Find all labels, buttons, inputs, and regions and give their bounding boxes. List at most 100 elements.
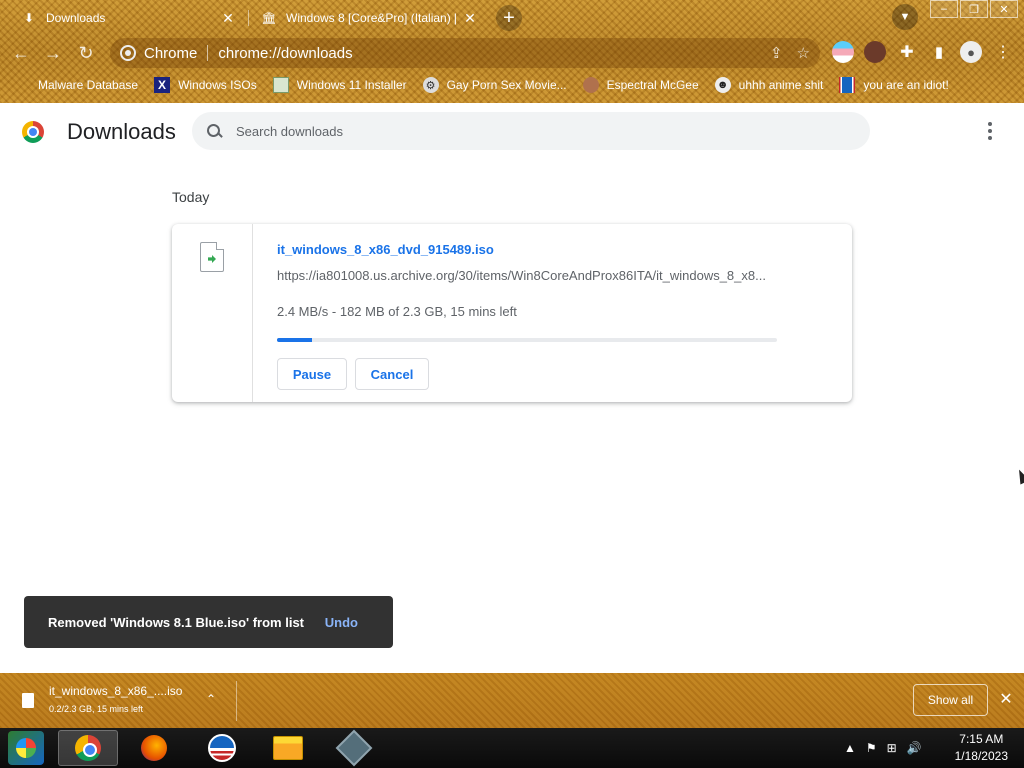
chrome-site-icon	[120, 45, 136, 61]
show-hidden-icons-icon[interactable]: ▲	[844, 741, 856, 755]
cancel-button[interactable]: Cancel	[355, 358, 429, 390]
tab-label: Downloads	[46, 11, 106, 25]
site-name: Chrome	[144, 44, 198, 62]
bookmark-label: Gay Porn Sex Movie...	[446, 78, 567, 92]
forward-button[interactable]: →	[40, 40, 66, 66]
profile-face-extension-icon[interactable]	[864, 41, 886, 63]
obama-logo-icon	[208, 734, 236, 762]
taskbar-virtualbox[interactable]	[324, 729, 384, 767]
anime-icon: ☻	[714, 77, 731, 93]
archive-icon: 🏛	[261, 11, 277, 25]
bookmark-label: Espectral McGee	[606, 78, 699, 92]
network-icon[interactable]: ⊞	[887, 741, 897, 755]
side-panel-icon[interactable]: ▮	[928, 41, 950, 63]
taskbar-obama-app[interactable]	[192, 730, 252, 766]
download-status: 2.4 MB/s - 182 MB of 2.3 GB, 15 mins lef…	[277, 304, 517, 319]
file-icon	[200, 242, 224, 272]
url-text[interactable]: chrome://downloads	[218, 45, 352, 62]
action-center-flag-icon[interactable]: ⚑	[866, 741, 877, 755]
more-actions-icon[interactable]	[980, 121, 1000, 141]
bookmark-anime[interactable]: ☻ uhhh anime shit	[714, 77, 823, 93]
uk-flag-icon	[839, 77, 856, 93]
bookmarks-bar: Malware Database X Windows ISOs Windows …	[0, 72, 1024, 98]
share-icon[interactable]: ⇪	[770, 44, 783, 62]
show-all-button[interactable]: Show all	[913, 684, 988, 716]
download-progress-fill	[277, 338, 312, 342]
system-clock[interactable]: 7:15 AM 1/18/2023	[955, 731, 1008, 765]
download-file-name-link[interactable]: it_windows_8_x86_dvd_915489.iso	[277, 242, 494, 257]
download-source-url[interactable]: https://ia801008.us.archive.org/30/items…	[277, 268, 766, 283]
bookmark-windows-11-installer[interactable]: Windows 11 Installer	[272, 77, 407, 93]
bookmark-you-are-an-idiot[interactable]: you are an idiot!	[839, 77, 949, 93]
chevron-up-icon[interactable]: ⌃	[206, 692, 216, 706]
download-shelf: it_windows_8_x86_....iso 0.2/2.3 GB, 15 …	[0, 673, 1024, 728]
minimize-button[interactable]: –	[930, 0, 958, 18]
back-button[interactable]: ←	[8, 40, 34, 66]
bookmark-label: Windows 11 Installer	[296, 78, 407, 92]
shelf-divider	[236, 681, 237, 721]
page-title: Downloads	[67, 119, 176, 144]
window-controls: – ❐ ✕	[928, 0, 1018, 18]
browser-toolbar: ← → ↻ Chrome chrome://downloads ⇪ ☆ ✚ ▮ …	[0, 36, 1024, 70]
toast-message: Removed 'Windows 8.1 Blue.iso' from list	[48, 614, 305, 630]
shelf-file-icon	[22, 693, 34, 708]
chrome-app-icon	[75, 735, 101, 761]
chrome-menu-icon[interactable]: ⋮	[992, 41, 1014, 63]
page-header: Downloads	[0, 103, 1024, 159]
close-window-button[interactable]: ✕	[990, 0, 1018, 18]
system-tray: ▲ ⚑ ⊞ 🔊	[844, 728, 922, 768]
tab-search-button[interactable]: ▼	[892, 4, 918, 30]
pause-button[interactable]: Pause	[277, 358, 347, 390]
bookmark-star-icon[interactable]: ☆	[797, 44, 810, 62]
bookmark-4[interactable]: ⚙ Gay Porn Sex Movie...	[422, 77, 567, 93]
volume-icon[interactable]: 🔊	[907, 741, 922, 755]
reload-button[interactable]: ↻	[73, 40, 99, 66]
tab-archive[interactable]: 🏛 Windows 8 [Core&Pro] (Italian) [ ✕	[252, 4, 488, 32]
extensions-area: ✚ ▮ ● ⋮	[832, 41, 1014, 63]
start-button[interactable]	[8, 731, 44, 765]
new-tab-button[interactable]: +	[496, 5, 522, 31]
toast-notification: Removed 'Windows 8.1 Blue.iso' from list…	[24, 596, 393, 648]
chrome-logo-icon	[22, 121, 44, 143]
search-icon[interactable]	[206, 123, 222, 139]
search-input[interactable]	[236, 123, 836, 139]
shelf-file-name[interactable]: it_windows_8_x86_....iso	[49, 684, 182, 698]
restore-button[interactable]: ❐	[960, 0, 988, 18]
undo-button[interactable]: Undo	[325, 615, 358, 630]
bookmark-espectral-mcgee[interactable]: Espectral McGee	[582, 77, 699, 93]
firefox-app-icon	[141, 735, 167, 761]
tab-close-icon[interactable]: ✕	[462, 10, 478, 26]
address-bar[interactable]: Chrome chrome://downloads ⇪ ☆	[110, 38, 820, 68]
download-item: it_windows_8_x86_dvd_915489.iso https://…	[172, 224, 852, 402]
clock-date: 1/18/2023	[954, 749, 1008, 763]
bookmark-label: Windows ISOs	[178, 78, 257, 92]
tab-close-icon[interactable]: ✕	[220, 10, 236, 26]
shelf-status: 0.2/2.3 GB, 15 mins left	[49, 704, 144, 714]
profile-avatar-icon[interactable]: ●	[960, 41, 982, 63]
download-icon: ⬇	[23, 11, 35, 25]
search-box[interactable]	[192, 112, 870, 150]
bookmark-malware-database[interactable]: Malware Database	[14, 77, 138, 93]
download-progress-bar	[277, 338, 777, 342]
extensions-puzzle-icon[interactable]: ✚	[896, 41, 918, 63]
bookmark-windows-isos[interactable]: X Windows ISOs	[154, 77, 257, 93]
taskbar-chrome[interactable]	[58, 730, 118, 766]
bookmark-label: you are an idiot!	[863, 78, 949, 92]
blank-icon	[14, 77, 30, 93]
tab-label: Windows 8 [Core&Pro] (Italian) [	[286, 11, 456, 25]
tab-strip: ⬇ Downloads ✕ 🏛 Windows 8 [Core&Pro] (It…	[0, 0, 1024, 34]
close-shelf-icon[interactable]: ✕	[997, 690, 1015, 708]
tab-downloads[interactable]: ⬇ Downloads ✕	[12, 4, 246, 32]
mouse-cursor-icon	[1014, 467, 1024, 485]
browser-frame: ⬇ Downloads ✕ 🏛 Windows 8 [Core&Pro] (It…	[0, 0, 1024, 103]
taskbar-firefox[interactable]	[124, 730, 184, 766]
face-icon	[582, 77, 599, 93]
windows-logo-icon	[16, 738, 36, 758]
file-icon-column	[172, 224, 253, 402]
taskbar-file-explorer[interactable]	[258, 730, 318, 766]
virtualbox-icon	[335, 729, 373, 767]
omnibox-divider	[207, 45, 209, 61]
pride-flag-extension-icon[interactable]	[832, 41, 854, 63]
omnibox-actions: ⇪ ☆	[770, 44, 810, 62]
x-logo-icon: X	[154, 77, 171, 93]
